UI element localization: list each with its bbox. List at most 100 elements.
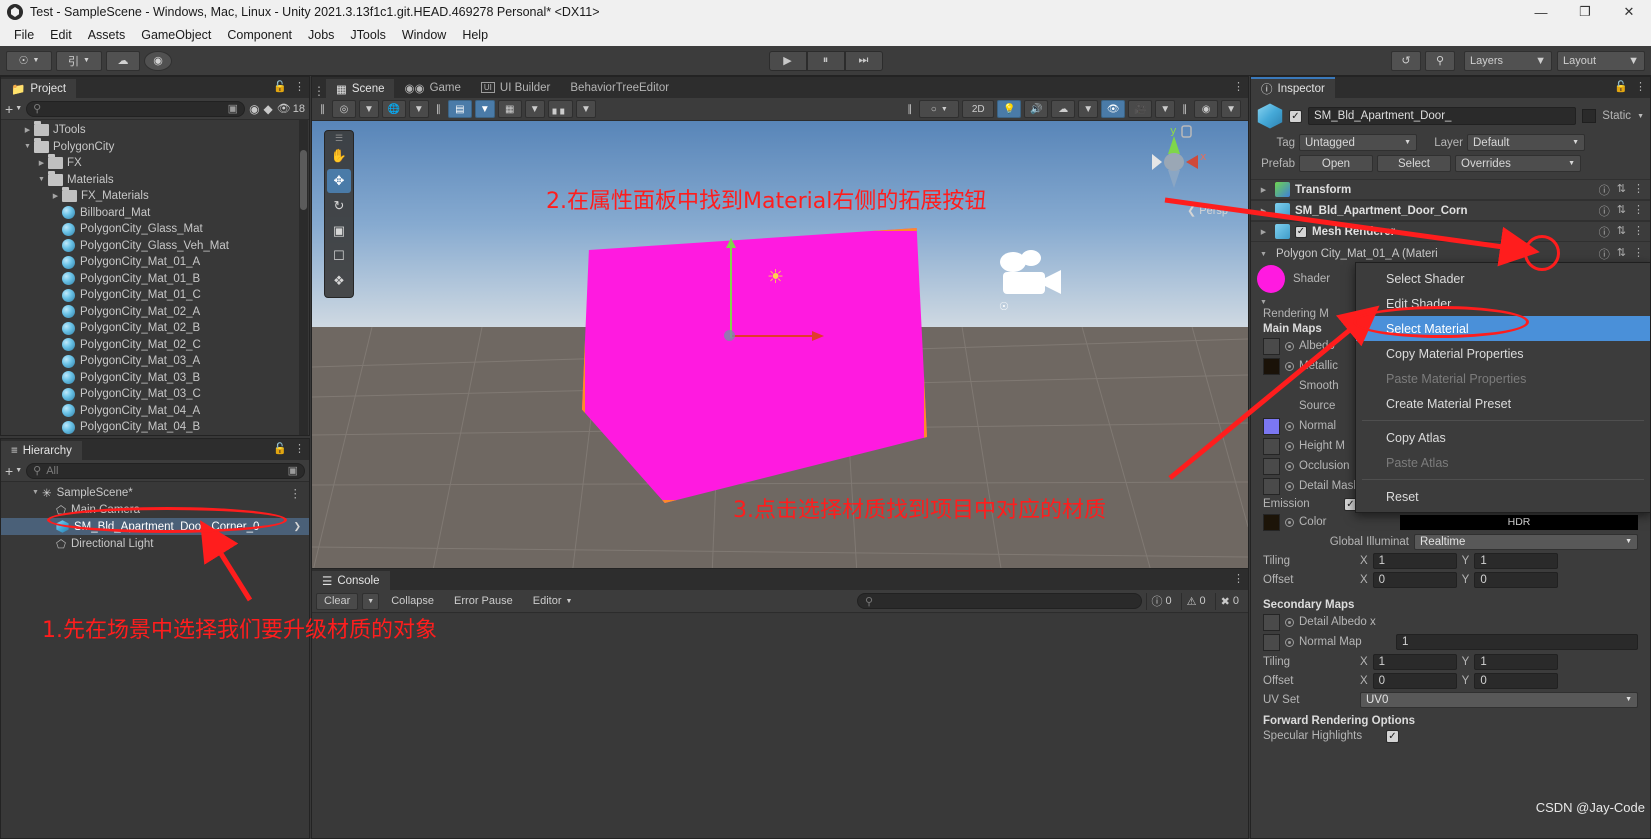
search-filter-icon[interactable]: ▣ bbox=[228, 102, 238, 115]
console-clear-button[interactable]: Clear bbox=[316, 592, 359, 610]
layout-dropdown[interactable]: Layout ▼ bbox=[1557, 50, 1645, 71]
scene-view-options-dropdown[interactable]: ▼ bbox=[1221, 100, 1241, 118]
help-icon[interactable]: ⓘ bbox=[1599, 203, 1610, 219]
expand-arrow-icon[interactable]: ▶ bbox=[49, 192, 62, 200]
tab-inspector[interactable]: ⓘ Inspector bbox=[1251, 77, 1335, 98]
tiling-x-input[interactable]: 1 bbox=[1372, 552, 1457, 569]
scene-camera-button[interactable]: 🎥 bbox=[1128, 100, 1153, 118]
project-tree-row[interactable]: PolygonCity_Glass_Veh_Mat bbox=[1, 238, 309, 255]
context-menu-item[interactable]: Select Shader bbox=[1356, 266, 1650, 291]
directional-light-gizmo-icon[interactable]: ☀ bbox=[767, 266, 784, 289]
visibility-count[interactable]: 👁 18 bbox=[277, 102, 305, 116]
kebab-menu-icon[interactable]: ⋮ bbox=[1633, 203, 1644, 219]
scene-view-options-button[interactable]: ◉ bbox=[1194, 100, 1219, 118]
tiling2-x-input[interactable]: 1 bbox=[1372, 653, 1457, 670]
prefab-select-button[interactable]: Select bbox=[1377, 155, 1451, 172]
expand-arrow-icon[interactable]: ▶ bbox=[35, 159, 48, 167]
component-mesh-renderer[interactable]: ▶ ✓ Mesh Renderer ⓘ ⇅ ⋮ bbox=[1251, 221, 1650, 242]
emission-color-field[interactable]: HDR bbox=[1400, 514, 1638, 530]
hierarchy-tree[interactable]: ▼ ✳ SampleScene* ⋮ ⬠ Main Camera SM_Bld_Apartm… bbox=[1, 482, 309, 838]
expand-arrow-icon[interactable]: ▶ bbox=[1257, 207, 1270, 215]
project-tree-row[interactable]: PolygonCity_Mat_04_A bbox=[1, 403, 309, 420]
project-tree-row[interactable]: PolygonCity_Mat_01_A bbox=[1, 254, 309, 271]
hierarchy-row[interactable]: ⬠ Directional Light bbox=[1, 535, 309, 552]
static-checkbox[interactable] bbox=[1582, 109, 1597, 123]
texture-slot-thumbnail[interactable] bbox=[1263, 477, 1280, 495]
project-tree-row[interactable]: PolygonCity_Mat_03_A bbox=[1, 353, 309, 370]
project-tree-row[interactable]: PolygonCity_Mat_02_A bbox=[1, 304, 309, 321]
pivot-mode-dropdown[interactable]: ▼ bbox=[359, 100, 379, 118]
close-button[interactable]: ✕ bbox=[1607, 0, 1651, 24]
console-editor-dropdown[interactable]: Editor ▼ bbox=[525, 593, 581, 610]
kebab-menu-icon[interactable]: ⋮ bbox=[294, 442, 305, 455]
offset-y-input[interactable]: 0 bbox=[1474, 571, 1559, 588]
scale-tool-button[interactable]: ▣ bbox=[327, 219, 351, 243]
context-menu-item[interactable]: Reset bbox=[1356, 484, 1650, 509]
texture-slot-thumbnail[interactable] bbox=[1263, 437, 1280, 455]
chevron-right-icon[interactable]: ❯ bbox=[293, 521, 309, 532]
normal-map-input[interactable]: 1 bbox=[1396, 634, 1638, 650]
texture-slot-thumbnail[interactable] bbox=[1263, 457, 1280, 475]
detail-albedo-thumbnail[interactable] bbox=[1263, 613, 1280, 631]
project-tree-row[interactable]: ▶ JTools bbox=[1, 121, 309, 139]
scene-projection-label[interactable]: ❮ Persp bbox=[1187, 204, 1228, 217]
handle-space-button[interactable]: 🌐 bbox=[381, 100, 406, 118]
tag-dropdown[interactable]: Untagged ▼ bbox=[1299, 134, 1417, 151]
component-transform[interactable]: ▶ Transform ⓘ ⇅ ⋮ bbox=[1251, 179, 1650, 200]
prefab-open-button[interactable]: Open bbox=[1299, 155, 1373, 172]
project-tree-row[interactable]: ▶ FX_Materials bbox=[1, 187, 309, 205]
scene-2d-toggle[interactable]: 2D bbox=[962, 100, 995, 118]
asset-filter-icon[interactable]: ◉ bbox=[249, 102, 259, 116]
menu-item-file[interactable]: File bbox=[6, 26, 42, 44]
radio-icon[interactable] bbox=[1285, 441, 1294, 451]
texture-slot-thumbnail[interactable] bbox=[1263, 337, 1280, 355]
help-icon[interactable]: ⓘ bbox=[1599, 224, 1610, 240]
kebab-menu-icon[interactable]: ⋮ bbox=[1635, 80, 1646, 93]
project-tree-row[interactable]: PolygonCity_Mat_04_B bbox=[1, 419, 309, 435]
scene-fx-dropdown[interactable]: ☁ bbox=[1051, 100, 1076, 118]
object-active-checkbox[interactable]: ✓ bbox=[1289, 109, 1302, 123]
radio-icon[interactable] bbox=[1285, 481, 1294, 491]
normal-map-thumbnail[interactable] bbox=[1263, 633, 1280, 651]
project-tree-row[interactable]: PolygonCity_Mat_02_C bbox=[1, 337, 309, 354]
expand-arrow-icon[interactable]: ▶ bbox=[1257, 186, 1270, 194]
mesh-renderer-enabled-checkbox[interactable]: ✓ bbox=[1295, 225, 1307, 238]
gizmo-axis-y[interactable] bbox=[726, 238, 736, 338]
tab-ui-builder[interactable]: UI UI Builder bbox=[470, 77, 561, 98]
grid-visibility-toggle[interactable]: ▦ bbox=[497, 100, 522, 118]
grid-snapping-dropdown[interactable]: ▼ bbox=[474, 100, 495, 118]
menu-item-assets[interactable]: Assets bbox=[80, 26, 134, 44]
console-log-count[interactable]: ⓘ 0 bbox=[1145, 592, 1177, 610]
main-camera-gizmo[interactable]: ☉ bbox=[987, 248, 1072, 321]
lock-icon[interactable]: 🔓 bbox=[273, 442, 287, 455]
console-collapse-toggle[interactable]: Collapse bbox=[383, 593, 442, 610]
material-expand-arrow-icon[interactable]: ▼ bbox=[1257, 251, 1270, 258]
menu-item-gameobject[interactable]: GameObject bbox=[133, 26, 219, 44]
tab-scene[interactable]: ▦ Scene bbox=[326, 77, 395, 98]
services-button[interactable]: ◉ bbox=[144, 50, 172, 71]
hierarchy-row[interactable]: ▼ ✳ SampleScene* ⋮ bbox=[1, 484, 309, 501]
tab-project[interactable]: 📁 Project bbox=[1, 77, 77, 98]
component-mesh-filter[interactable]: ▶ SM_Bld_Apartment_Door_Corn ⓘ ⇅ ⋮ bbox=[1251, 200, 1650, 221]
minimize-button[interactable]: — bbox=[1519, 0, 1563, 24]
shading-mode-dropdown[interactable]: ○ ▼ bbox=[919, 100, 960, 118]
console-warning-count[interactable]: ⚠ 0 bbox=[1180, 592, 1211, 610]
scene-audio-toggle[interactable]: 🔊 bbox=[1024, 100, 1049, 118]
project-tree-row[interactable]: PolygonCity_Mat_03_C bbox=[1, 386, 309, 403]
undo-history-button[interactable]: ↺ bbox=[1391, 50, 1421, 71]
project-tree[interactable]: ▶ JTools ▼ PolygonCity ▶ FX ▼ Materials ▶ FX_Mate… bbox=[1, 120, 309, 435]
rect-tool-button[interactable]: ☐ bbox=[327, 244, 351, 268]
console-error-pause-toggle[interactable]: Error Pause bbox=[446, 593, 521, 610]
search-button[interactable]: ⚲ bbox=[1425, 50, 1455, 71]
hand-tool-button[interactable]: ✋ bbox=[327, 144, 351, 168]
project-tree-row[interactable]: ▶ FX bbox=[1, 154, 309, 172]
menu-item-component[interactable]: Component bbox=[219, 26, 300, 44]
console-clear-dropdown[interactable]: ▼ bbox=[362, 592, 380, 610]
move-tool-button[interactable]: ✥ bbox=[327, 169, 351, 193]
console-log-list[interactable] bbox=[312, 614, 1248, 838]
tab-behavior-tree-editor[interactable]: BehaviorTreeEditor bbox=[560, 77, 680, 98]
preset-icon[interactable]: ⇅ bbox=[1617, 224, 1626, 240]
step-button[interactable]: ⏭ bbox=[844, 50, 883, 71]
gizmo-axis-x[interactable] bbox=[732, 331, 824, 341]
hierarchy-search-input[interactable]: ⚲ All ▣ bbox=[26, 462, 305, 479]
